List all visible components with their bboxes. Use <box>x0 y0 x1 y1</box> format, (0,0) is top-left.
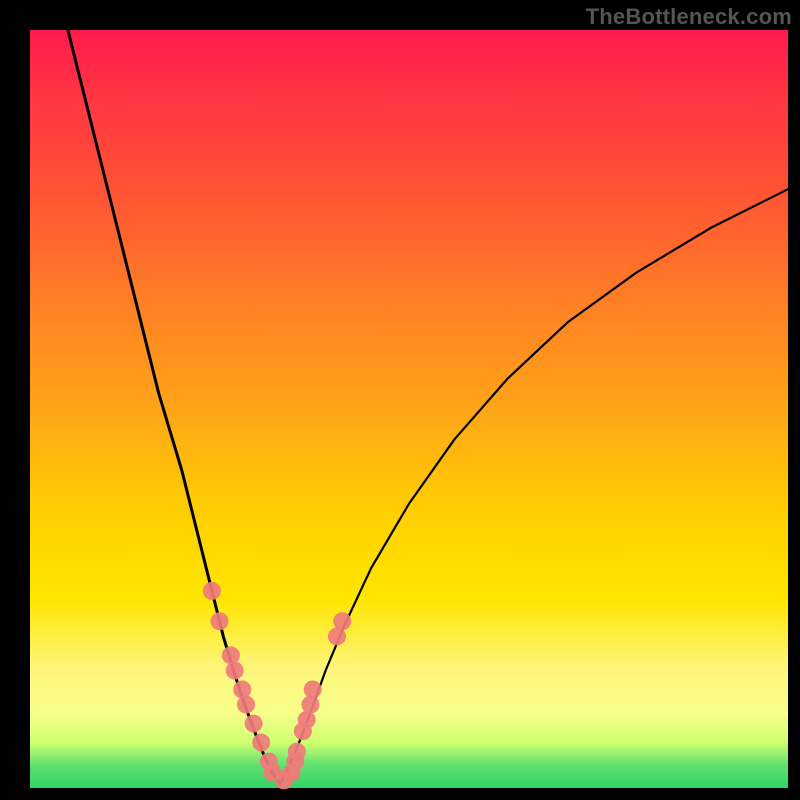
data-point <box>288 743 306 761</box>
chart-svg <box>30 30 788 788</box>
scatter-points <box>203 582 351 790</box>
data-point <box>301 696 319 714</box>
data-point <box>222 646 240 664</box>
data-point <box>245 715 263 733</box>
data-point <box>237 696 255 714</box>
data-point <box>226 662 244 680</box>
data-point <box>233 680 251 698</box>
data-point <box>304 680 322 698</box>
data-point <box>298 711 316 729</box>
plot-area <box>30 30 788 788</box>
chart-frame: TheBottleneck.com <box>0 0 800 800</box>
left-branch-curve <box>68 30 280 784</box>
data-point <box>252 734 270 752</box>
data-point <box>211 612 229 630</box>
data-point <box>333 612 351 630</box>
data-point <box>203 582 221 600</box>
watermark-text: TheBottleneck.com <box>586 4 792 30</box>
right-branch-curve <box>280 189 788 784</box>
